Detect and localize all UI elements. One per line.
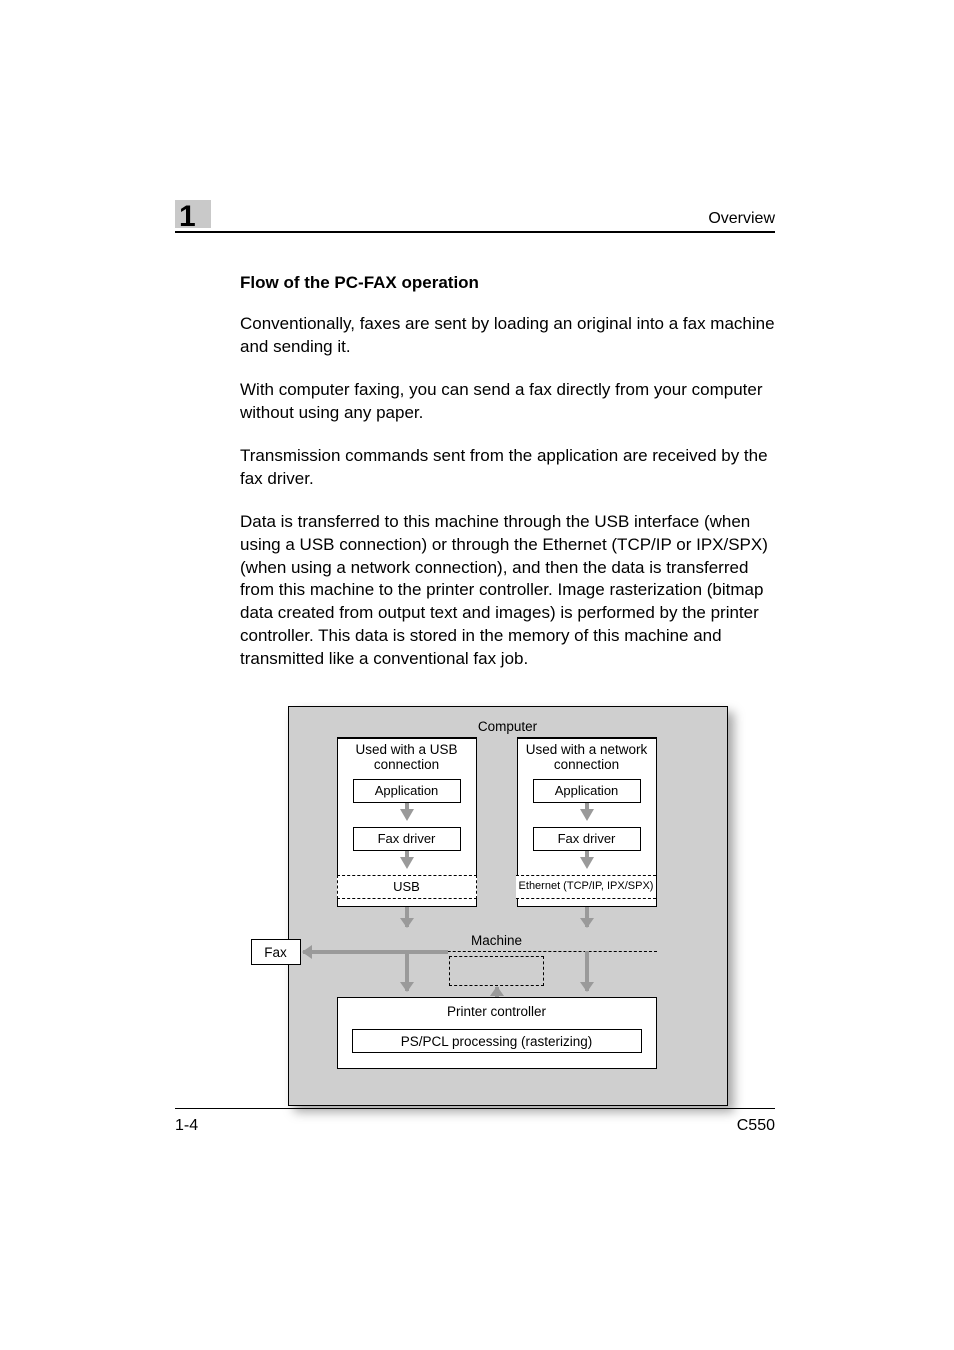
diagram-computer-label: Computer: [289, 719, 727, 734]
paragraph: Conventionally, faxes are sent by loadin…: [240, 313, 775, 359]
paragraph: Data is transferred to this machine thro…: [240, 511, 775, 672]
section-heading: Flow of the PC-FAX operation: [240, 273, 775, 293]
usb-driver-box: Fax driver: [353, 827, 461, 851]
arrow-down-icon: [580, 809, 594, 821]
arrow-down-icon: [585, 951, 589, 991]
arrow-down-icon: [585, 907, 589, 927]
net-driver-box: Fax driver: [533, 827, 641, 851]
controller-label: Printer controller: [447, 1004, 546, 1019]
fax-box: Fax: [251, 939, 301, 965]
network-panel: Used with a network connection Applicati…: [517, 737, 657, 907]
controller-panel: Printer controller PS/PCL processing (ra…: [337, 997, 657, 1069]
ethernet-interface-box: Ethernet (TCP/IP, IPX/SPX): [516, 875, 656, 899]
usb-panel: Used with a USB connection Application F…: [337, 737, 477, 907]
net-app-box: Application: [533, 779, 641, 803]
machine-dashed-box: [449, 956, 544, 986]
flow-diagram: Computer Used with a USB connection Appl…: [288, 706, 728, 1106]
page-footer: 1-4 C550: [175, 1108, 775, 1135]
processing-box: PS/PCL processing (rasterizing): [352, 1029, 642, 1053]
arrow-down-icon: [400, 857, 414, 869]
arrow-down-icon: [405, 907, 409, 927]
chapter-number: 1: [179, 200, 196, 234]
arrow-down-icon: [400, 809, 414, 821]
usb-interface-box: USB: [337, 875, 477, 899]
paragraph: Transmission commands sent from the appl…: [240, 445, 775, 491]
usb-panel-head: Used with a USB connection: [338, 743, 476, 773]
machine-label: Machine: [337, 933, 657, 948]
arrow-left-icon: [303, 950, 448, 954]
machine-panel: Machine: [337, 931, 657, 991]
arrow-up-icon: [495, 987, 499, 997]
usb-app-box: Application: [353, 779, 461, 803]
page-header: 1 Overview: [175, 200, 775, 233]
network-panel-head: Used with a network connection: [518, 743, 656, 773]
paragraph: With computer faxing, you can send a fax…: [240, 379, 775, 425]
arrow-down-icon: [405, 951, 409, 991]
header-title: Overview: [708, 210, 775, 228]
page-number: 1-4: [175, 1117, 198, 1135]
arrow-down-icon: [580, 857, 594, 869]
model-label: C550: [737, 1117, 775, 1135]
